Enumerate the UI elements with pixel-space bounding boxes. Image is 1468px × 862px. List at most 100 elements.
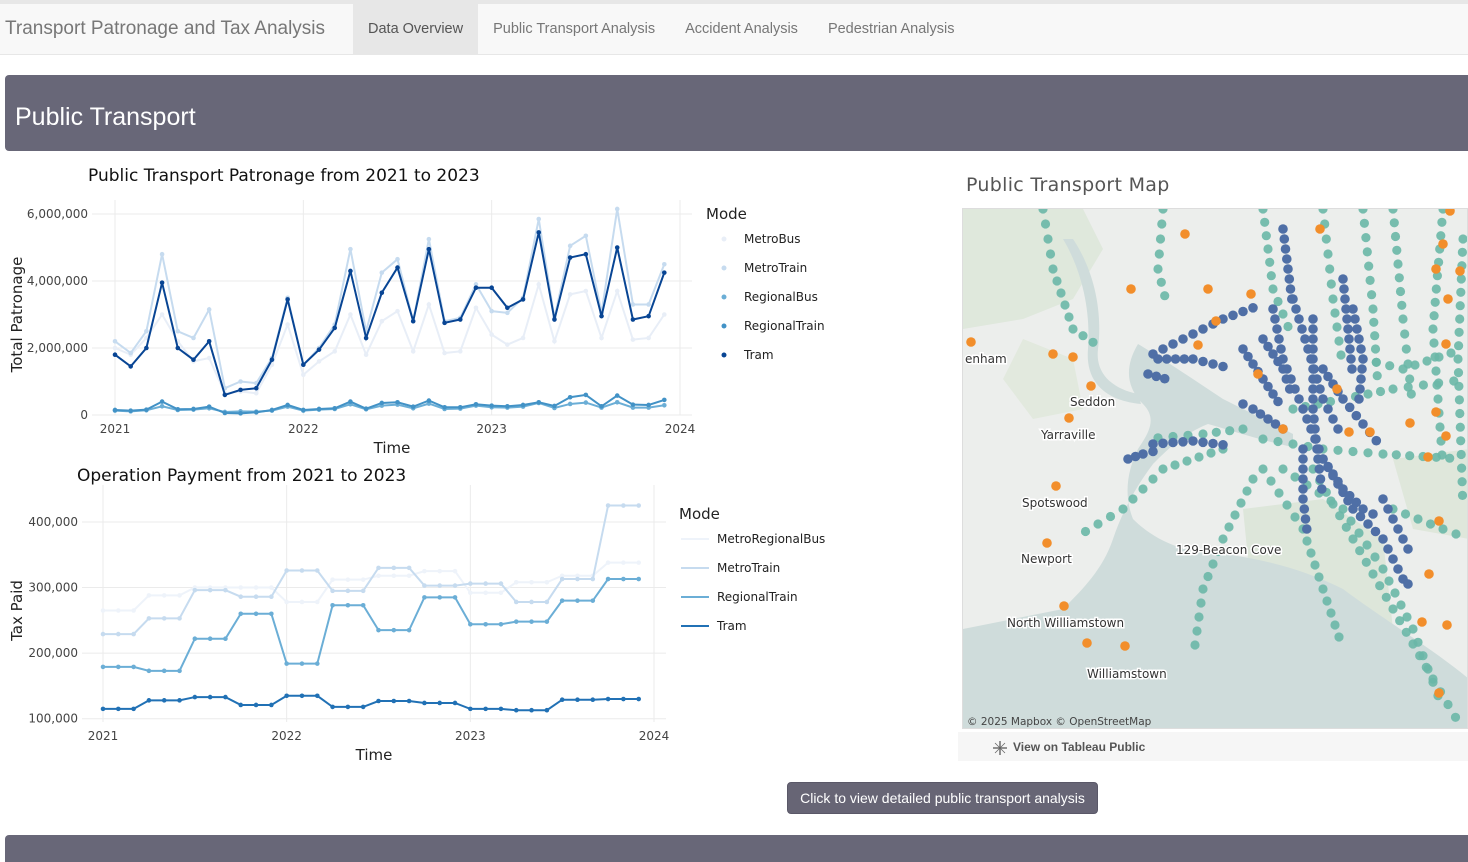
map-place-label: Spotswood <box>1022 496 1088 510</box>
data-point <box>301 362 306 368</box>
tram-stop-dot <box>1378 534 1388 544</box>
train-stop-dot <box>1225 426 1235 436</box>
train-stop-dot <box>1263 244 1273 254</box>
tram-stop-dot <box>1355 384 1365 394</box>
view-detailed-analysis-button[interactable]: Click to view detailed public transport … <box>787 782 1098 814</box>
data-point <box>599 313 604 319</box>
data-point <box>473 305 479 311</box>
data-point <box>253 702 259 708</box>
data-point <box>100 631 106 637</box>
bus-stop-dot <box>1455 266 1465 276</box>
tram-stop-dot <box>1170 354 1181 364</box>
data-point <box>567 401 573 407</box>
data-point <box>513 579 519 585</box>
tab-public-transport-analysis[interactable]: Public Transport Analysis <box>478 4 670 54</box>
data-point <box>222 392 228 398</box>
tram-stop-dot <box>1291 304 1301 314</box>
train-stop-dot <box>1456 287 1466 297</box>
tram-stop-dot <box>1159 373 1170 384</box>
data-point <box>161 616 167 621</box>
data-point <box>299 599 305 605</box>
data-point <box>457 404 463 410</box>
bus-stop-dot <box>1424 569 1434 579</box>
data-point <box>299 693 305 699</box>
data-point <box>207 636 213 642</box>
data-point <box>646 302 651 307</box>
data-point <box>238 585 244 590</box>
transport-map[interactable]: enham Seddon Yarraville Spotswood Newport 129… <box>962 208 1468 729</box>
train-stop-dot <box>1428 674 1438 684</box>
bus-stop-dot <box>1059 601 1069 611</box>
bus-stop-dot <box>1434 516 1444 526</box>
data-point <box>161 593 167 598</box>
train-stop-dot <box>1321 234 1331 244</box>
train-stop-dot <box>1391 450 1401 460</box>
map-place-label: Newport <box>1021 552 1072 566</box>
data-point <box>437 583 443 588</box>
train-stop-dot <box>1326 279 1336 289</box>
train-stop-dot <box>1334 632 1344 642</box>
train-stop-dot <box>1400 329 1410 339</box>
data-point <box>316 359 322 364</box>
bus-stop-dot <box>1431 264 1441 274</box>
tram-stop-dot <box>1358 354 1368 364</box>
train-stop-dot <box>1156 277 1166 287</box>
data-point <box>376 565 381 571</box>
navbar-brand[interactable]: Transport Patronage and Tax Analysis <box>5 18 325 40</box>
data-point <box>253 385 259 391</box>
train-stop-dot <box>1274 488 1284 498</box>
train-stop-dot <box>1429 311 1439 321</box>
train-stop-dot <box>1428 324 1438 334</box>
data-point <box>253 410 259 415</box>
data-point <box>544 619 550 624</box>
data-point <box>253 390 259 396</box>
tram-stop-dot <box>1308 324 1318 334</box>
train-stop-dot <box>1158 464 1168 474</box>
tab-accident-analysis[interactable]: Accident Analysis <box>670 4 813 54</box>
train-stop-dot <box>1194 612 1204 622</box>
series-line <box>114 232 666 397</box>
train-stop-dot <box>1361 233 1371 243</box>
tram-stop-dot <box>1358 504 1368 514</box>
bus-stop-dot <box>1434 688 1444 698</box>
data-point <box>238 411 243 416</box>
tab-pedestrian-analysis[interactable]: Pedestrian Analysis <box>813 4 970 54</box>
train-stop-dot <box>1371 357 1381 367</box>
tram-stop-dot <box>1238 399 1248 409</box>
data-point <box>621 696 626 702</box>
tableau-public-link[interactable]: View on Tableau Public <box>1013 740 1145 754</box>
data-point <box>483 581 488 586</box>
tram-stop-dot <box>1323 404 1333 414</box>
data-point <box>314 599 320 605</box>
train-stop-dot <box>1370 344 1381 354</box>
data-point <box>662 270 667 275</box>
legend-label: MetroTrain <box>717 561 780 575</box>
data-point <box>116 706 121 712</box>
train-stop-dot <box>1458 234 1467 244</box>
tram-stop-dot <box>1228 310 1238 321</box>
data-point <box>583 392 589 398</box>
train-stop-dot <box>1435 422 1445 432</box>
train-stop-dot <box>1425 519 1436 529</box>
data-point <box>100 706 106 712</box>
data-point <box>567 394 573 400</box>
data-point <box>285 322 290 327</box>
tram-stop-dot <box>1358 419 1368 429</box>
train-stop-dot <box>1160 291 1170 301</box>
tab-data-overview[interactable]: Data Overview <box>353 4 479 54</box>
map-canvas[interactable]: enham Seddon Yarraville Spotswood Newport 129… <box>963 209 1468 729</box>
train-stop-dot <box>1068 324 1078 334</box>
data-point <box>559 697 565 702</box>
tram-stop-dot <box>1393 564 1403 574</box>
series-line <box>103 504 639 636</box>
data-point <box>376 573 381 579</box>
data-point <box>498 581 504 586</box>
train-stop-dot <box>1450 712 1461 722</box>
series-line <box>114 393 665 415</box>
data-point <box>630 302 636 307</box>
data-point <box>192 636 198 642</box>
data-point <box>360 577 366 582</box>
train-stop-dot <box>1105 511 1116 522</box>
data-point <box>144 345 149 351</box>
train-stop-dot <box>1456 436 1466 446</box>
